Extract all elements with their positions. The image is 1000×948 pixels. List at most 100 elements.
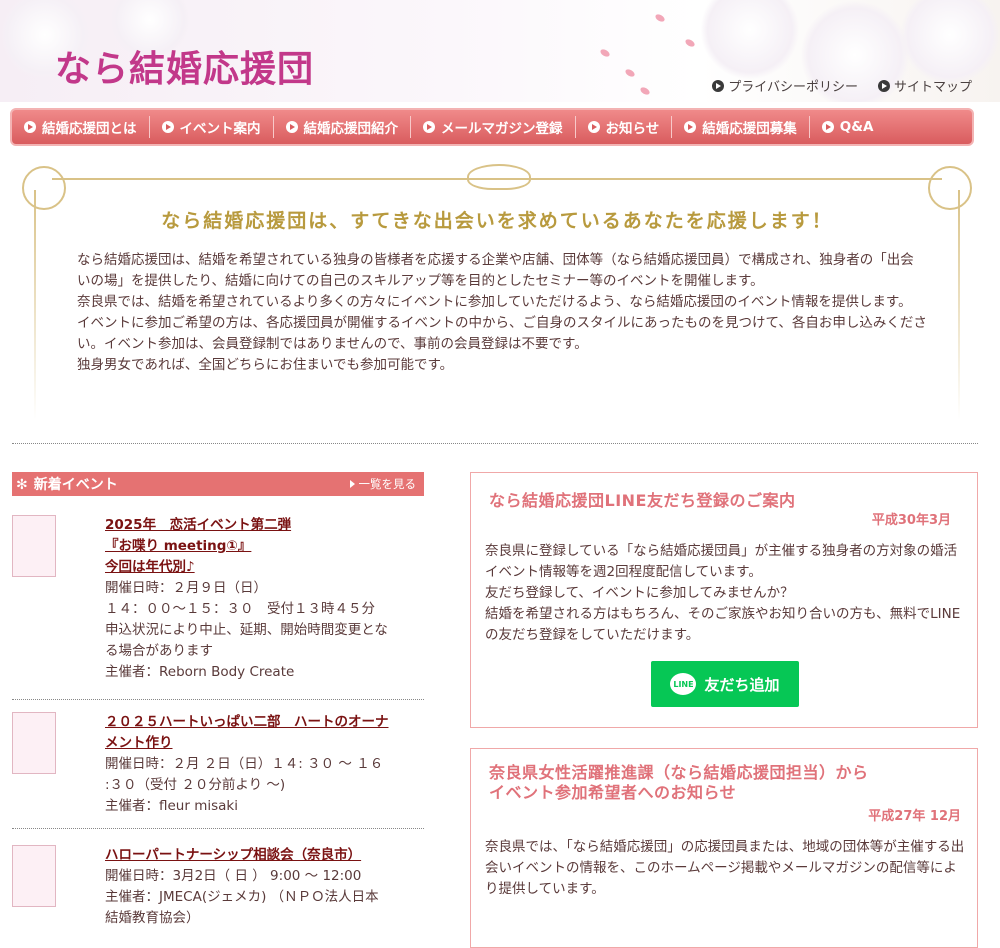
notice-box-title: 奈良県女性活躍推進課（なら結婚応援団担当）から イベント参加希望者へのお知らせ: [489, 763, 869, 803]
event-thumbnail[interactable]: [12, 515, 56, 577]
privacy-policy-label: プライバシーポリシー: [728, 80, 858, 95]
nav-item-label: Q&A: [839, 119, 874, 135]
sitemap-label: サイトマップ: [893, 80, 972, 95]
event-detail: る場合があります: [105, 643, 213, 659]
nav-item-events[interactable]: イベント案内: [150, 116, 274, 138]
event-title-line: ハローパートナーシップ相談会（奈良市）: [105, 847, 362, 863]
line-box-paragraph: 結婚を希望される方はもちろん、そのご家族やお知り合いの方も、無料でLINEの友だ…: [485, 606, 961, 643]
line-box-title: なら結婚応援団LINE友だち登録のご案内: [489, 491, 796, 510]
arrow-circle-icon: [877, 79, 890, 92]
nav-item-label: 結婚応援団募集: [702, 121, 797, 137]
site-header: なら結婚応援団 プライバシーポリシー サイトマップ: [0, 0, 1000, 102]
event-thumbnail[interactable]: [12, 712, 56, 774]
sitemap-link[interactable]: サイトマップ: [877, 76, 972, 95]
header-links: プライバシーポリシー サイトマップ: [712, 76, 972, 95]
see-all-label: 一覧を見る: [358, 477, 417, 491]
triangle-arrow-icon: [349, 480, 355, 488]
event-organizer: 主催者：Reborn Body Create: [105, 664, 295, 680]
event-divider: [12, 828, 424, 829]
line-box-text: 奈良県に登録している「なら結婚応援団員」が主催する独身者の方対象の婚活イベント情…: [485, 541, 965, 646]
nav-item-members[interactable]: 結婚応援団紹介: [274, 116, 411, 138]
intro-paragraph: イベントに参加ご希望の方は、各応援団員が開催するイベントの中から、ご自身のスタイ…: [77, 315, 927, 352]
line-icon: LINE: [670, 673, 697, 695]
event-title-line: 今回は年代別♪: [105, 559, 195, 575]
event-info: ハローパートナーシップ相談会（奈良市） 開催日時：3月2日（ 日 ） 9:00 …: [105, 845, 427, 929]
arrow-circle-icon: [423, 121, 435, 133]
petal-decoration: [599, 47, 611, 59]
corner-ornament: [928, 166, 972, 210]
nav-item-about[interactable]: 結婚応援団とは: [12, 116, 150, 138]
event-detail: 開催日時：２月９日（日）: [105, 580, 267, 596]
event-detail: １４：００〜１５：３０ 受付１３時４５分: [105, 601, 375, 617]
site-logo[interactable]: なら結婚応援団: [55, 40, 314, 92]
petal-decoration: [684, 37, 696, 49]
petal-decoration: [624, 67, 636, 79]
notice-box-text: 奈良県では、「なら結婚応援団」の応援団員または、地域の団体等が主催する出会いイベ…: [485, 837, 965, 900]
nav-item-label: メールマガジン登録: [441, 121, 563, 137]
intro-paragraph: 奈良県では、結婚を希望されているより多くの方々にイベントに参加していただけるよう…: [77, 294, 912, 310]
nav-item-mail-magazine[interactable]: メールマガジン登録: [411, 116, 576, 138]
event-title-link[interactable]: ２０２５ハートいっぱい二部 ハートのオーナ メント作り: [105, 712, 427, 754]
intro-heading: なら結婚応援団は、すてきな出会いを求めているあなたを応援します！: [161, 210, 833, 232]
notice-box: 奈良県女性活躍推進課（なら結婚応援団担当）から イベント参加希望者へのお知らせ …: [470, 748, 978, 948]
nav-item-qa[interactable]: Q&A: [810, 116, 886, 138]
arrow-circle-icon: [587, 121, 600, 133]
line-box-date: 平成30年3月: [871, 513, 951, 528]
nav-item-news[interactable]: お知らせ: [576, 116, 673, 138]
intro-paragraph: 独身男女であれば、全国どちらにお住まいでも参加可能です。: [77, 357, 454, 373]
intro-text: なら結婚応援団は、結婚を希望されている独身の皆様者を応援する企業や店舗、団体等（…: [77, 250, 927, 376]
main-nav: 結婚応援団とは イベント案内 結婚応援団紹介 メールマガジン登録 お知らせ 結婚…: [10, 108, 974, 146]
petal-decoration: [654, 12, 666, 24]
corner-ornament: [22, 166, 66, 210]
nav-item-recruit[interactable]: 結婚応援団募集: [672, 116, 810, 138]
line-add-friend-button[interactable]: LINE 友だち追加: [651, 661, 799, 707]
event-divider: [12, 699, 424, 700]
new-events-title-label: 新着イベント: [33, 477, 118, 493]
event-title-link[interactable]: ハローパートナーシップ相談会（奈良市）: [105, 845, 427, 866]
see-all-link[interactable]: 一覧を見る: [349, 476, 417, 492]
nav-item-label: 結婚応援団紹介: [303, 121, 399, 137]
divider: [12, 443, 978, 444]
event-title-line: 2025年 恋活イベント第二弾: [105, 517, 292, 533]
line-friend-box: なら結婚応援団LINE友だち登録のご案内 平成30年3月 奈良県に登録している「…: [470, 472, 978, 728]
event-title-line: ２０２５ハートいっぱい二部 ハートのオーナ: [105, 714, 389, 730]
arrow-circle-icon: [285, 121, 298, 133]
event-detail: :３０（受付 ２０分前より 〜): [105, 777, 286, 793]
notice-title-line: 奈良県女性活躍推進課（なら結婚応援団担当）から: [489, 763, 869, 782]
arrow-circle-icon: [712, 79, 725, 92]
new-events-header: ✻ 新着イベント 一覧を見る: [12, 472, 424, 496]
arrow-circle-icon: [24, 121, 36, 133]
event-title-link[interactable]: 2025年 恋活イベント第二弾 『お喋り meeting①』 今回は年代別♪: [105, 515, 427, 578]
event-detail: 申込状況により中止、延期、開始時間変更とな: [105, 622, 388, 638]
arrow-circle-icon: [821, 121, 834, 133]
event-detail: 開催日時：3月2日（ 日 ） 9:00 〜 12:00: [105, 868, 362, 884]
line-add-friend-label: 友だち追加: [704, 675, 780, 694]
scroll-ornament: [467, 164, 531, 190]
event-info: ２０２５ハートいっぱい二部 ハートのオーナ メント作り 開催日時：２月 ２日（日…: [105, 712, 427, 817]
nav-item-label: 結婚応援団とは: [42, 121, 137, 137]
event-detail: 開催日時：２月 ２日（日）１４: ３０ 〜 １６: [105, 756, 384, 772]
event-title-line: メント作り: [105, 735, 173, 751]
event-organizer: 主催者：fleur misaki: [105, 798, 238, 814]
notice-box-paragraph: 奈良県では、「なら結婚応援団」の応援団員または、地域の団体等が主催する出会いイベ…: [485, 839, 965, 897]
new-events-title: ✻ 新着イベント: [16, 474, 118, 494]
lily-decoration: [900, 0, 1000, 85]
arrow-circle-icon: [684, 121, 697, 133]
event-organizer: 結婚教育協会）: [105, 910, 200, 926]
event-thumbnail[interactable]: [12, 845, 56, 907]
arrow-circle-icon: [161, 121, 174, 133]
lily-decoration: [700, 0, 800, 80]
privacy-policy-link[interactable]: プライバシーポリシー: [712, 76, 858, 95]
event-title-line: 『お喋り meeting①』: [105, 538, 252, 554]
event-info: 2025年 恋活イベント第二弾 『お喋り meeting①』 今回は年代別♪ 開…: [105, 515, 427, 683]
nav-item-label: お知らせ: [605, 121, 660, 137]
event-organizer: 主催者：JMECA(ジェメカ) （ＮＰＯ法人日本: [105, 889, 379, 905]
intro-section: なら結婚応援団は、すてきな出会いを求めているあなたを応援します！ なら結婚応援団…: [22, 160, 972, 435]
line-box-paragraph: 友だち登録して、イベントに参加してみませんか？: [485, 585, 794, 601]
nav-item-label: イベント案内: [179, 121, 261, 137]
line-box-paragraph: 奈良県に登録している「なら結婚応援団員」が主催する独身者の方対象の婚活イベント情…: [485, 543, 958, 580]
petal-decoration: [639, 85, 651, 97]
intro-paragraph: なら結婚応援団は、結婚を希望されている独身の皆様者を応援する企業や店舗、団体等（…: [77, 252, 914, 289]
asterisk-icon: ✻: [16, 477, 28, 493]
notice-box-date: 平成27年 12月: [868, 809, 961, 824]
